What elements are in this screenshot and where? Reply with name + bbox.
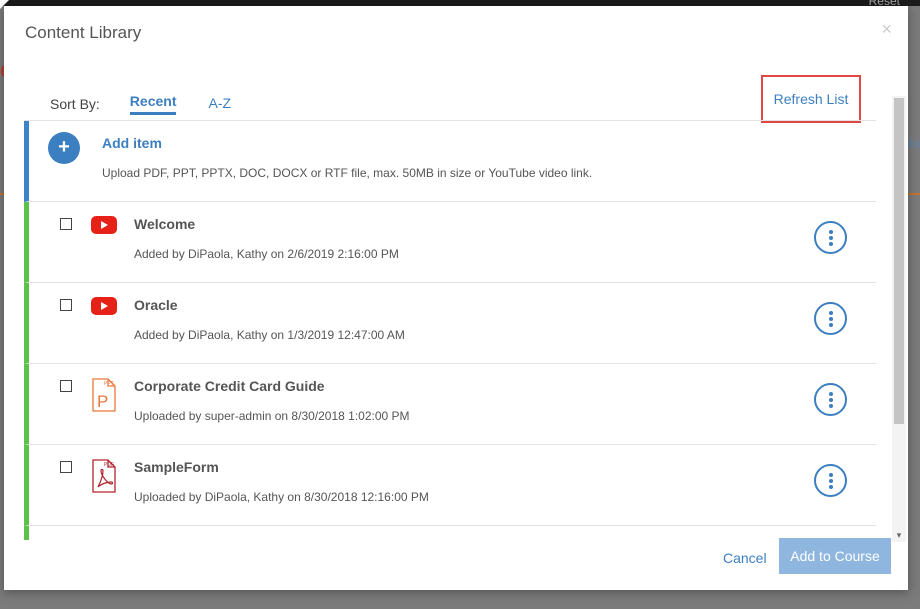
item-subtitle: Added by DiPaola, Kathy on 1/3/2019 12:4…	[134, 328, 405, 342]
item-checkbox[interactable]	[60, 461, 72, 473]
add-item-description: Upload PDF, PPT, PPTX, DOC, DOCX or RTF …	[102, 166, 593, 180]
item-subtitle: Added by DiPaola, Kathy on 2/6/2019 2:16…	[134, 247, 399, 261]
item-title[interactable]: Oracle	[134, 297, 178, 313]
sort-label: Sort By:	[50, 96, 100, 112]
scroll-down-arrow-icon[interactable]: ▾	[894, 530, 904, 542]
list-item: PDF SampleForm Uploaded by DiPaola, Kath…	[24, 445, 876, 526]
refresh-highlight-box: Refresh List	[761, 75, 861, 123]
add-item-row: + Add item Upload PDF, PPT, PPTX, DOC, D…	[24, 121, 876, 202]
item-title[interactable]: Corporate Credit Card Guide	[134, 378, 325, 394]
list-item: PPT P Corporate Credit Card Guide Upload…	[24, 364, 876, 445]
item-checkbox[interactable]	[60, 380, 72, 392]
svg-text:PDF: PDF	[104, 462, 114, 468]
more-options-icon[interactable]	[814, 383, 847, 416]
item-subtitle: Uploaded by DiPaola, Kathy on 8/30/2018 …	[134, 490, 429, 504]
sort-tab-recent[interactable]: Recent	[129, 93, 177, 115]
youtube-icon	[91, 216, 117, 239]
ppt-file-icon: PPT P	[91, 378, 117, 417]
list-item	[24, 526, 876, 540]
item-title[interactable]: Welcome	[134, 216, 195, 232]
list-scrollbar[interactable]: ▾	[892, 96, 906, 542]
scrollbar-thumb[interactable]	[894, 98, 904, 424]
item-title[interactable]: SampleForm	[134, 459, 219, 475]
pdf-file-icon: PDF	[91, 459, 117, 498]
background-divider-right	[908, 193, 920, 195]
svg-text:PPT: PPT	[104, 381, 114, 387]
list-item: Oracle Added by DiPaola, Kathy on 1/3/20…	[24, 283, 876, 364]
sort-tab-a-z[interactable]: A-Z	[208, 95, 231, 114]
item-checkbox[interactable]	[60, 218, 72, 230]
svg-text:P: P	[97, 392, 108, 411]
plus-icon[interactable]: +	[48, 132, 80, 164]
more-options-icon[interactable]	[814, 221, 847, 254]
content-list: + Add item Upload PDF, PPT, PPTX, DOC, D…	[24, 120, 876, 540]
add-to-course-button[interactable]: Add to Course	[779, 538, 891, 574]
refresh-list-link[interactable]: Refresh List	[774, 91, 849, 107]
cancel-button[interactable]: Cancel	[723, 550, 767, 566]
more-options-icon[interactable]	[814, 464, 847, 497]
content-library-dialog: Content Library × Sort By: Recent A-Z Re…	[4, 6, 908, 590]
youtube-icon	[91, 297, 117, 320]
add-item-link[interactable]: Add item	[102, 135, 162, 151]
dialog-title: Content Library	[25, 23, 142, 42]
more-options-icon[interactable]	[814, 302, 847, 335]
sort-bar: Sort By: Recent A-Z	[50, 93, 263, 115]
item-subtitle: Uploaded by super-admin on 8/30/2018 1:0…	[134, 409, 410, 423]
close-icon[interactable]: ×	[881, 19, 892, 40]
item-checkbox[interactable]	[60, 299, 72, 311]
list-item: Welcome Added by DiPaola, Kathy on 2/6/2…	[24, 202, 876, 283]
